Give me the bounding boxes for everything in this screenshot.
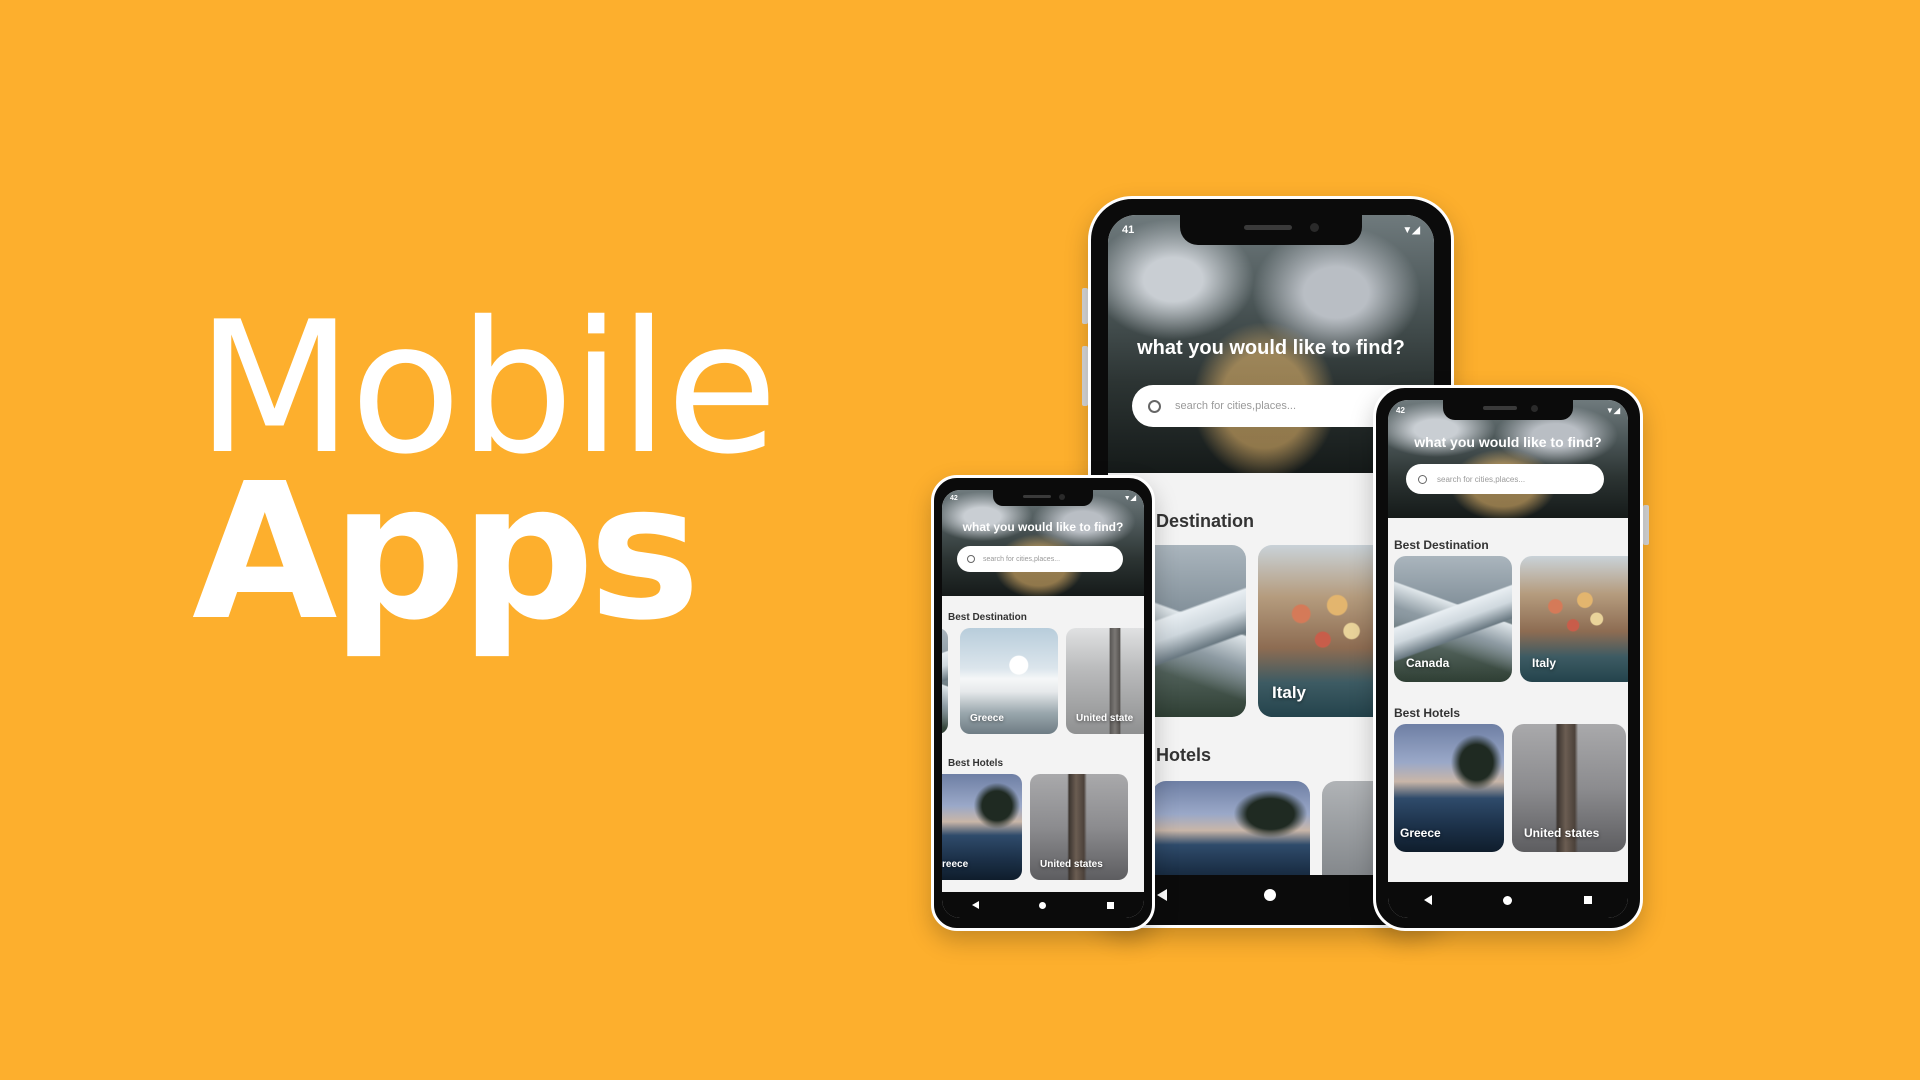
back-icon[interactable] — [972, 901, 980, 909]
recents-icon[interactable] — [1106, 901, 1114, 909]
search-icon — [1418, 474, 1427, 484]
search-placeholder: search for cities,places... — [983, 555, 1061, 563]
search-icon — [1148, 399, 1161, 413]
destination-card[interactable]: Greece — [960, 628, 1058, 734]
hotel-card[interactable]: Greece — [1394, 724, 1504, 852]
destination-card[interactable] — [942, 628, 948, 734]
card-label: United state — [1076, 713, 1134, 724]
search-placeholder: search for cities,places... — [1175, 400, 1297, 412]
card-label: United states — [1040, 859, 1103, 870]
side-button — [1643, 505, 1649, 545]
headline: Mobile Apps — [192, 297, 778, 647]
card-label: Italy — [1272, 683, 1307, 702]
status-time: 41 — [1122, 224, 1135, 236]
back-icon[interactable] — [1156, 889, 1167, 901]
card-label: Greece — [1400, 826, 1441, 840]
section-destination: Best Destination — [1394, 538, 1489, 552]
card-label: Greece — [970, 713, 1004, 724]
search-placeholder: search for cities,places... — [1437, 474, 1526, 484]
wifi-icon: ▼◢ — [1402, 224, 1420, 236]
phone-left: 42 ▼◢ what you would like to find? searc… — [931, 475, 1155, 931]
destination-card[interactable]: Canada — [1394, 556, 1512, 682]
card-label: reece — [942, 859, 969, 870]
search-input[interactable]: search for cities,places... — [957, 546, 1123, 572]
card-label: Italy — [1532, 656, 1557, 670]
destination-card[interactable]: Italy — [1520, 556, 1628, 682]
status-time: 42 — [1396, 405, 1405, 415]
card-label: Canada — [1406, 656, 1450, 670]
hero-title: what you would like to find? — [1414, 434, 1602, 450]
search-input[interactable]: search for cities,places... — [1406, 464, 1604, 494]
back-icon[interactable] — [1423, 895, 1432, 905]
wifi-icon: ▼◢ — [1123, 495, 1136, 502]
section-hotels: Best Hotels — [948, 758, 1004, 769]
phone-right: 42 ▼◢ what you would like to find? searc… — [1373, 385, 1649, 931]
headline-apps: Apps — [192, 443, 701, 662]
section-hotels: Hotels — [1156, 745, 1212, 765]
home-icon[interactable] — [1503, 895, 1513, 905]
hotel-card[interactable]: United states — [1512, 724, 1626, 852]
section-destination: Destination — [1156, 511, 1255, 531]
hero-title: what you would like to find? — [1137, 337, 1405, 359]
section-hotels: Best Hotels — [1394, 706, 1461, 720]
search-icon — [967, 555, 975, 563]
recents-icon[interactable] — [1584, 896, 1593, 904]
home-icon[interactable] — [1264, 889, 1277, 901]
hotel-card[interactable]: reece — [942, 774, 1022, 880]
status-time: 42 — [950, 494, 958, 502]
wifi-icon: ▼◢ — [1605, 405, 1620, 415]
hero-title: what you would like to find? — [962, 520, 1124, 534]
home-icon[interactable] — [1039, 901, 1047, 909]
nav-bar — [1388, 882, 1628, 918]
hotel-card[interactable]: United states — [1030, 774, 1128, 880]
destination-card[interactable]: United state — [1066, 628, 1144, 734]
card-label: United states — [1524, 826, 1600, 840]
nav-bar — [942, 892, 1144, 918]
section-destination: Best Destination — [948, 612, 1027, 623]
